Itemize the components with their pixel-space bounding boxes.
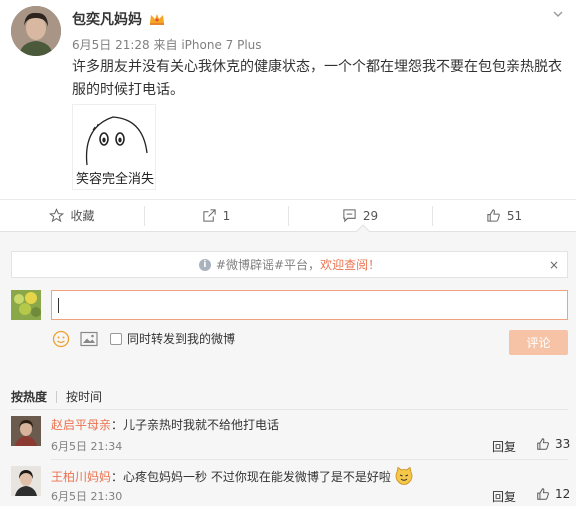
comment-body: 王柏川妈妈 ：心疼包妈妈一秒 不过你现在能发微博了是不是好啦 <box>51 466 414 486</box>
reply-button[interactable]: 回复 <box>492 488 516 505</box>
forward-button[interactable]: 1 <box>144 200 288 231</box>
comment-like-count: 12 <box>555 487 571 501</box>
comment-time: 6月5日 21:30 <box>51 490 123 503</box>
thumbs-up-icon <box>537 438 549 450</box>
current-user-avatar[interactable] <box>11 290 41 320</box>
comment-input[interactable] <box>51 290 568 320</box>
comment-text: ：心疼包妈妈一秒 不过你现在能发微博了是不是好啦 <box>111 469 391 484</box>
text-cursor <box>58 298 59 313</box>
meme-image[interactable]: 笑容完全消失 <box>72 104 156 190</box>
commenter-avatar[interactable] <box>11 466 41 496</box>
source-prefix: 来自 <box>153 38 178 52</box>
post-source[interactable]: iPhone 7 Plus <box>181 38 261 52</box>
notice-text: 平台， <box>284 258 321 272</box>
chevron-down-icon[interactable] <box>552 8 564 20</box>
comment-body: 赵启平母亲 ：儿子亲热时我就不给他打电话 <box>51 416 279 433</box>
comment-like-button[interactable]: 12 <box>536 487 570 501</box>
post-time[interactable]: 6月5日 21:28 <box>72 38 150 52</box>
comment-like-button[interactable]: 33 <box>536 437 570 451</box>
comment-count: 29 <box>362 208 379 223</box>
comment-time: 6月5日 21:34 <box>51 440 123 453</box>
commenter-avatar[interactable] <box>11 416 41 446</box>
emoji-icon[interactable] <box>52 330 70 348</box>
info-icon: i <box>198 258 211 271</box>
favorite-label: 收藏 <box>70 209 95 223</box>
meme-face-icon <box>85 116 148 166</box>
thumbs-up-icon <box>487 209 500 222</box>
thumbs-up-icon <box>537 488 549 500</box>
comment-caret-icon <box>356 224 370 232</box>
image-icon[interactable] <box>80 331 98 347</box>
meme-caption: 笑容完全消失 <box>75 172 154 187</box>
commenter-name[interactable]: 赵启平母亲 <box>51 416 111 433</box>
forward-checkbox[interactable] <box>110 332 122 345</box>
post-meta: 6月5日 21:28 来自 iPhone 7 Plus <box>72 36 262 53</box>
forward-count: 1 <box>222 208 231 223</box>
author-avatar[interactable] <box>11 6 61 56</box>
like-count: 51 <box>506 208 523 223</box>
author-name-row: 包奕凡妈妈 <box>72 9 166 29</box>
comment-section: i #微博辟谣# 平台， 欢迎查阅！ × 同时转发到我的微博 评论 按热度 按时… <box>0 231 576 506</box>
comment-like-count: 33 <box>555 437 571 451</box>
like-button[interactable]: 51 <box>432 200 576 231</box>
sort-by-hot-tab[interactable]: 按热度 <box>11 388 47 405</box>
favorite-button[interactable]: 收藏 <box>0 200 144 231</box>
notice-tag[interactable]: #微博辟谣# <box>216 256 284 273</box>
rumor-notice-banner: i #微博辟谣# 平台， 欢迎查阅！ × <box>11 251 568 278</box>
close-icon[interactable]: × <box>549 258 559 272</box>
forward-option-label: 同时转发到我的微博 <box>127 332 236 346</box>
author-name[interactable]: 包奕凡妈妈 <box>72 9 142 29</box>
comment-item: 王柏川妈妈 ：心疼包妈妈一秒 不过你现在能发微博了是不是好啦 6月5日 21:3… <box>0 460 576 506</box>
post-action-bar: 收藏 1 29 51 <box>0 199 576 231</box>
sort-separator <box>56 390 58 403</box>
commenter-name[interactable]: 王柏川妈妈 <box>51 468 111 485</box>
notice-link[interactable]: 欢迎查阅！ <box>320 256 380 273</box>
star-icon <box>49 208 65 223</box>
comment-item: 赵启平母亲 ：儿子亲热时我就不给他打电话 6月5日 21:34 回复 33 <box>0 410 576 460</box>
vip-crown-icon <box>150 14 164 25</box>
share-icon <box>203 209 216 222</box>
submit-comment-button[interactable]: 评论 <box>509 330 568 355</box>
sort-bar: 按热度 按时间 <box>11 388 102 405</box>
cat-emoji-icon <box>395 466 413 485</box>
weibo-post: 包奕凡妈妈 6月5日 21:28 来自 iPhone 7 Plus 许多朋友并没… <box>0 0 576 200</box>
comment-text: ：儿子亲热时我就不给他打电话 <box>111 418 280 432</box>
post-text: 许多朋友并没有关心我休克的健康状态，一个个都在埋怨我不要在包包亲热脱衣服的时候打… <box>72 59 562 98</box>
forward-option[interactable]: 同时转发到我的微博 <box>110 330 235 347</box>
comment-icon <box>343 209 356 223</box>
sort-by-time-tab[interactable]: 按时间 <box>66 388 102 405</box>
reply-button[interactable]: 回复 <box>492 438 516 455</box>
